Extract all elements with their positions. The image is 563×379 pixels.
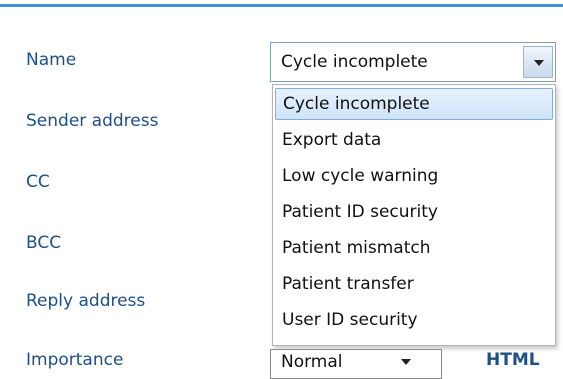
dropdown-option-user-id-security[interactable]: User ID security <box>275 305 553 337</box>
importance-select-value: Normal <box>281 352 343 372</box>
name-select-value: Cycle incomplete <box>281 52 428 72</box>
dropdown-option-cycle-incomplete[interactable]: Cycle incomplete <box>275 88 553 120</box>
importance-select[interactable]: Normal <box>270 349 442 379</box>
dropdown-option-export-data[interactable]: Export data <box>275 125 553 157</box>
name-select[interactable]: Cycle incomplete <box>270 42 556 82</box>
chevron-down-icon <box>401 359 411 365</box>
top-accent-rule <box>0 4 563 7</box>
chevron-down-icon <box>534 60 544 66</box>
sender-address-label: Sender address <box>26 111 159 131</box>
bcc-label: BCC <box>26 233 62 253</box>
dropdown-option-low-cycle-warning[interactable]: Low cycle warning <box>275 161 553 193</box>
importance-label: Importance <box>26 350 124 370</box>
dropdown-option-patient-transfer[interactable]: Patient transfer <box>275 269 553 301</box>
name-label: Name <box>26 50 77 70</box>
dropdown-option-patient-id-security[interactable]: Patient ID security <box>275 197 553 229</box>
name-dropdown-list: Cycle incomplete Export data Low cycle w… <box>272 84 556 346</box>
name-select-dropdown-button[interactable] <box>523 46 553 78</box>
reply-address-label: Reply address <box>26 291 146 311</box>
dropdown-option-patient-mismatch[interactable]: Patient mismatch <box>275 233 553 265</box>
html-format-link[interactable]: HTML <box>486 350 540 370</box>
cc-label: CC <box>26 172 50 192</box>
